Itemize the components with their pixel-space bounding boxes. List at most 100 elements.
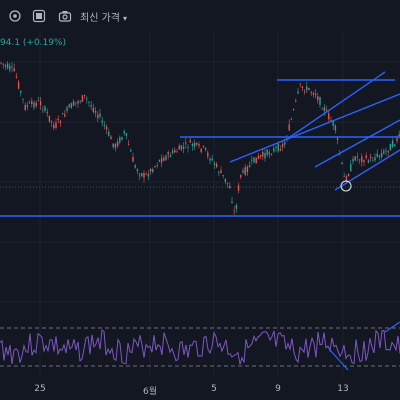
candle-body — [387, 150, 389, 153]
candle-body — [237, 185, 240, 191]
candle-body — [385, 150, 387, 152]
price-chart[interactable] — [0, 32, 400, 378]
candle-body — [68, 104, 70, 107]
candle-body — [396, 138, 398, 141]
candle-body — [15, 76, 18, 78]
candle-body — [64, 114, 66, 117]
candle-body — [103, 125, 106, 127]
candle-body — [343, 175, 345, 177]
trendline — [229, 93, 400, 163]
candle-body — [156, 165, 158, 166]
candle-body — [226, 182, 229, 184]
candle-body — [143, 173, 145, 178]
candle-body — [101, 120, 103, 123]
candle-body — [9, 65, 11, 70]
candle-body — [204, 147, 207, 150]
candle-body — [171, 150, 174, 153]
candle-body — [17, 81, 20, 89]
candle-body — [35, 102, 37, 106]
candle-body — [136, 169, 139, 172]
candle-body — [299, 83, 301, 85]
candle-body — [141, 173, 143, 177]
candle-body — [383, 150, 385, 154]
grid-icon[interactable] — [32, 9, 46, 23]
candle-body — [20, 90, 22, 93]
candle-body — [321, 108, 323, 110]
x-tick-label: 5 — [211, 384, 217, 394]
candle-body — [174, 150, 176, 153]
candle-body — [83, 94, 86, 96]
candle-body — [200, 148, 202, 153]
candle-body — [130, 150, 132, 152]
candle-body — [57, 118, 59, 120]
candle-body — [363, 160, 365, 163]
candle-body — [215, 163, 218, 167]
candle-body — [6, 63, 9, 69]
candle-body — [13, 68, 15, 72]
candle-body — [222, 175, 224, 176]
candle-body — [121, 137, 123, 140]
candle-body — [70, 103, 73, 109]
candle-body — [240, 174, 242, 178]
candle-body — [119, 137, 121, 143]
candle-body — [323, 107, 326, 112]
camera-icon[interactable] — [58, 9, 72, 23]
candle-body — [367, 160, 370, 163]
candle-body — [198, 144, 200, 146]
x-tick-label: 9 — [275, 384, 281, 394]
price-change-readout: 94.1 (+0.19%) — [0, 38, 67, 48]
chevron-down-icon: ▾ — [122, 14, 127, 23]
candle-body — [202, 146, 205, 147]
candle-body — [306, 86, 308, 91]
candle-body — [262, 152, 264, 157]
candle-body — [229, 186, 231, 189]
candle-body — [284, 142, 286, 145]
candle-body — [266, 149, 268, 156]
candle-body — [114, 143, 117, 148]
candle-body — [81, 95, 84, 102]
candle-body — [97, 114, 99, 118]
candle-body — [110, 136, 112, 140]
candle-body — [22, 98, 24, 100]
candle-body — [325, 109, 328, 111]
x-tick-label: 25 — [34, 384, 46, 394]
candle-body — [255, 157, 257, 164]
settings-icon[interactable] — [8, 9, 22, 23]
candle-body — [55, 122, 57, 129]
candle-body — [242, 170, 244, 173]
candle-body — [125, 133, 128, 136]
candle-body — [312, 93, 315, 95]
candle-body — [310, 91, 312, 93]
trendline — [289, 71, 386, 138]
candle-body — [108, 131, 110, 136]
candle-body — [105, 126, 108, 130]
candle-body — [292, 109, 295, 111]
candle-body — [99, 113, 101, 117]
candle-body — [317, 96, 319, 101]
candle-body — [394, 144, 396, 146]
candle-body — [28, 102, 31, 104]
candle-body — [361, 156, 363, 162]
candle-body — [46, 111, 48, 114]
candle-body — [290, 119, 293, 121]
price-type-label: 최신 가격 — [80, 13, 120, 24]
candle-body — [44, 106, 46, 111]
candle-body — [253, 157, 255, 163]
time-axis[interactable]: 25 6월 5 9 13 — [0, 378, 400, 400]
candle-body — [350, 164, 352, 172]
candle-body — [88, 101, 90, 103]
candle-body — [147, 174, 150, 177]
candle-body — [281, 144, 284, 147]
candle-body — [369, 156, 372, 159]
candle-body — [303, 91, 306, 93]
candle-body — [380, 153, 383, 158]
candle-body — [72, 101, 75, 106]
candle-body — [169, 155, 172, 157]
rsi-line — [0, 329, 400, 365]
price-type-dropdown[interactable]: 최신 가격 ▾ — [80, 9, 127, 24]
candle-body — [180, 145, 183, 150]
candle-body — [154, 166, 156, 167]
candle-body — [42, 109, 44, 111]
candle-body — [167, 152, 169, 155]
x-tick-label: 6월 — [142, 387, 158, 397]
